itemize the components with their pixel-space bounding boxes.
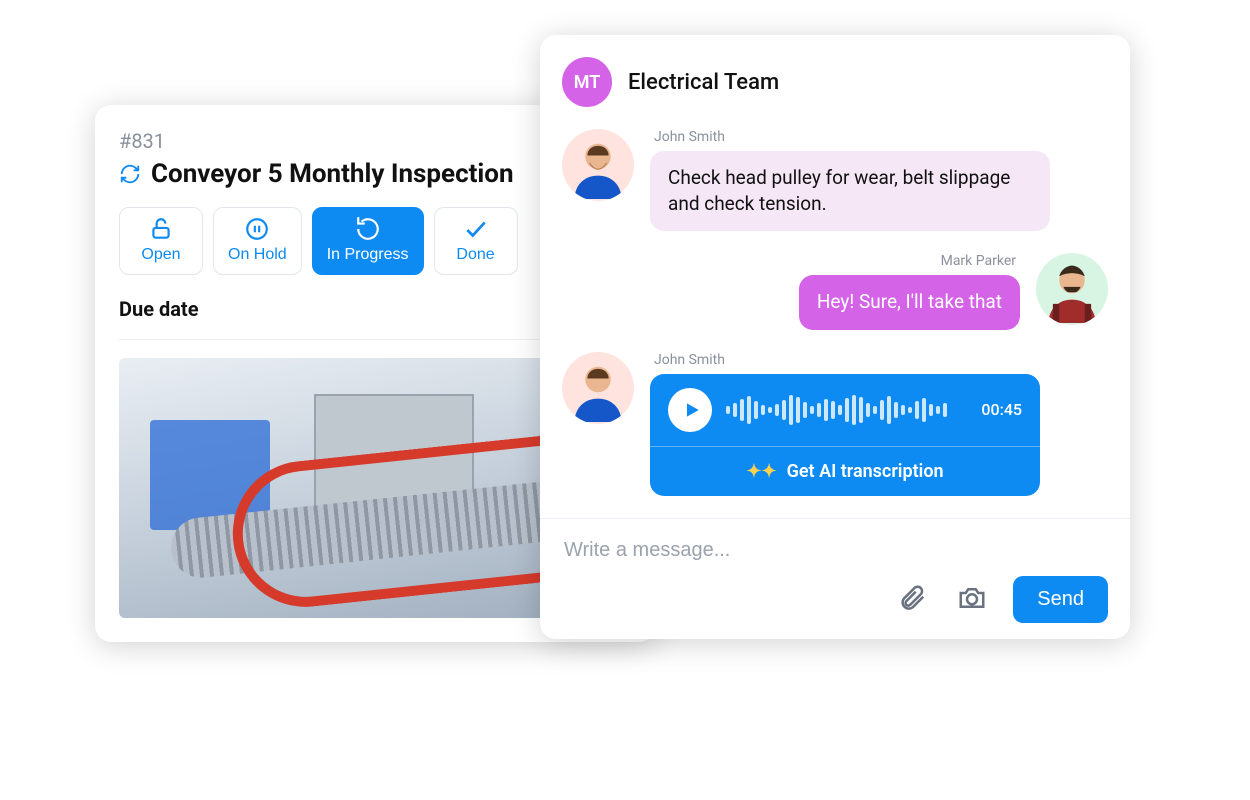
- voice-top: 00:45: [650, 374, 1040, 446]
- play-button[interactable]: [668, 388, 712, 432]
- compose-row: Send: [562, 576, 1108, 623]
- message-row: Mark Parker Hey! Sure, I'll take that: [562, 253, 1108, 329]
- send-label: Send: [1037, 588, 1084, 610]
- attach-button[interactable]: [893, 579, 931, 620]
- send-button[interactable]: Send: [1013, 576, 1108, 623]
- waveform[interactable]: [726, 394, 967, 426]
- voice-message: 00:45 ✦✦ Get AI transcription: [650, 374, 1040, 496]
- avatar-john[interactable]: [562, 129, 634, 201]
- divider: [540, 518, 1130, 519]
- camera-button[interactable]: [953, 579, 991, 620]
- message-col: John Smith Check head pulley for wear, b…: [650, 129, 1050, 231]
- status-open-button[interactable]: Open: [119, 207, 203, 275]
- workorder-title: Conveyor 5 Monthly Inspection: [151, 159, 514, 189]
- message-bubble[interactable]: Hey! Sure, I'll take that: [799, 275, 1020, 329]
- team-avatar-initials: MT: [574, 72, 601, 93]
- sync-icon: [119, 163, 141, 185]
- chat-card: MT Electrical Team John Smith Check head…: [540, 35, 1130, 639]
- status-done-label: Done: [456, 246, 494, 264]
- paperclip-icon: [897, 583, 927, 613]
- due-date-label: Due date: [119, 297, 199, 321]
- voice-duration: 00:45: [981, 400, 1022, 419]
- team-avatar[interactable]: MT: [562, 57, 612, 107]
- sender-name: John Smith: [650, 352, 1040, 368]
- avatar-mark[interactable]: [1036, 253, 1108, 325]
- check-icon: [463, 216, 489, 242]
- message-row: John Smith Check head pulley for wear, b…: [562, 129, 1108, 231]
- avatar-john[interactable]: [562, 352, 634, 424]
- progress-icon: [355, 216, 381, 242]
- ai-transcription-label: Get AI transcription: [787, 461, 944, 482]
- message-col: John Smith 00:45 ✦✦ Get AI transcription: [650, 352, 1040, 496]
- message-col: Mark Parker Hey! Sure, I'll take that: [799, 253, 1020, 329]
- chat-title: Electrical Team: [628, 70, 779, 95]
- person-icon: [564, 354, 632, 422]
- ai-transcription-button[interactable]: ✦✦ Get AI transcription: [650, 446, 1040, 496]
- sparkle-icon: ✦✦: [746, 461, 776, 482]
- play-icon: [682, 400, 702, 420]
- status-inprogress-label: In Progress: [327, 246, 409, 264]
- sender-name: John Smith: [650, 129, 1050, 145]
- status-onhold-label: On Hold: [228, 246, 287, 264]
- unlock-icon: [148, 216, 174, 242]
- person-icon: [564, 131, 632, 199]
- pause-icon: [244, 216, 270, 242]
- status-open-label: Open: [141, 246, 180, 264]
- person-icon: [1038, 255, 1106, 323]
- message-bubble[interactable]: Check head pulley for wear, belt slippag…: [650, 151, 1050, 231]
- camera-icon: [957, 583, 987, 613]
- chat-header: MT Electrical Team: [562, 57, 1108, 107]
- status-done-button[interactable]: Done: [434, 207, 518, 275]
- message-input[interactable]: [562, 533, 1108, 576]
- sender-name: Mark Parker: [937, 253, 1020, 269]
- message-row: John Smith 00:45 ✦✦ Get AI transcription: [562, 352, 1108, 496]
- status-onhold-button[interactable]: On Hold: [213, 207, 302, 275]
- status-inprogress-button[interactable]: In Progress: [312, 207, 424, 275]
